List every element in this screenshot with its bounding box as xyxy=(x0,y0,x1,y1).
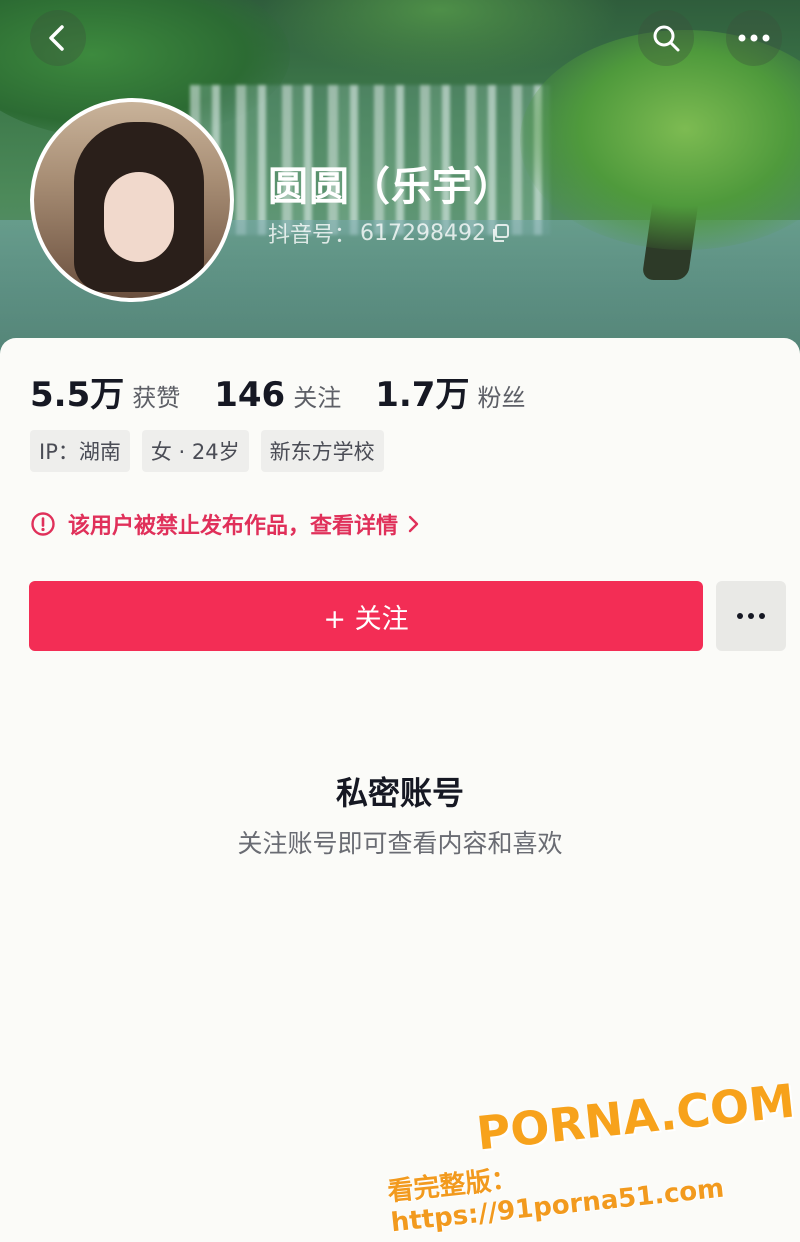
banned-notice[interactable]: 该用户被禁止发布作品，查看详情 xyxy=(30,508,422,540)
following-label[interactable]: 关注 xyxy=(293,378,341,413)
copy-icon[interactable] xyxy=(490,222,512,244)
banned-notice-text: 该用户被禁止发布作品，查看详情 xyxy=(68,514,399,539)
followers-count[interactable]: 1.7万 xyxy=(375,367,469,416)
private-account-title: 私密账号 xyxy=(335,774,464,812)
back-button[interactable] xyxy=(30,10,86,66)
profile-id-value: 617298492 xyxy=(360,220,486,246)
more-actions-button[interactable] xyxy=(716,581,786,651)
profile-id-label: 抖音号： xyxy=(268,223,357,248)
tag-school[interactable]: 新东方学校 xyxy=(260,430,384,472)
followers-label[interactable]: 粉丝 xyxy=(477,378,525,413)
avatar[interactable] xyxy=(30,98,234,302)
private-account-subtitle: 关注账号即可查看内容和喜欢 xyxy=(237,829,563,858)
more-horizontal-icon xyxy=(738,34,770,42)
avatar-face xyxy=(104,172,174,262)
following-count[interactable]: 146 xyxy=(214,375,285,415)
likes-count: 5.5万 xyxy=(30,375,125,415)
tag-gender-age: 女 · 24岁 xyxy=(141,430,249,472)
more-options-button[interactable] xyxy=(726,10,782,66)
search-button[interactable] xyxy=(638,10,694,66)
chevron-right-icon xyxy=(408,515,419,533)
chevron-left-icon xyxy=(49,25,64,51)
likes-label: 获赞 xyxy=(132,384,181,412)
stats-row: 5.5万 获赞 146 关注 1.7万 粉丝 xyxy=(30,367,559,416)
alert-circle-icon xyxy=(31,512,55,536)
profile-tags: IP：湖南 女 · 24岁 新东方学校 xyxy=(30,430,384,472)
follow-button-label: + 关注 xyxy=(323,603,409,635)
search-icon xyxy=(653,25,680,52)
profile-name: 圆圆（乐宇） xyxy=(268,164,514,210)
tag-ip-location: IP：湖南 xyxy=(30,430,130,472)
profile-id[interactable]: 抖音号： 617298492 xyxy=(268,217,512,249)
follow-button[interactable]: + 关注 xyxy=(29,581,703,651)
more-horizontal-icon xyxy=(737,613,765,619)
